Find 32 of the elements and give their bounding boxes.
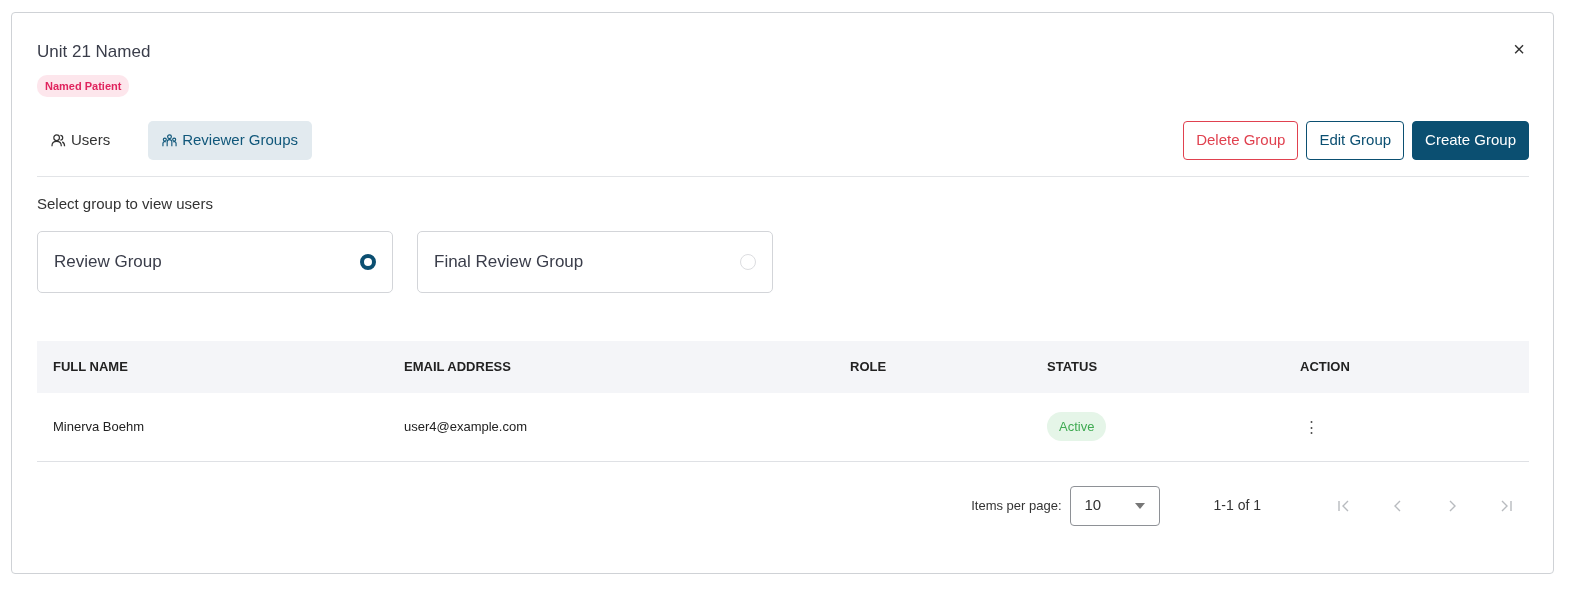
column-header: ACTION (1284, 341, 1529, 393)
caret-icon (1134, 502, 1145, 509)
first-page-icon (1337, 499, 1351, 514)
delete-group-button[interactable]: Delete Group (1183, 121, 1299, 160)
table-cell: Minerva Boehm (37, 393, 388, 461)
items-per-page-label: Items per page: (971, 496, 1062, 515)
group-prompt: Select group to view users (37, 193, 214, 214)
group-option-card[interactable]: Final Review Group (417, 231, 773, 293)
radio-button[interactable] (360, 254, 376, 270)
column-header: ROLE (834, 341, 1031, 393)
more-options-button[interactable]: ⋮ (1300, 415, 1323, 438)
user-icon (51, 132, 66, 148)
last-page-icon (1499, 499, 1513, 514)
patient-tag: Named Patient (37, 74, 130, 97)
column-header: FULL NAME (37, 341, 388, 393)
close-button[interactable]: × (1509, 39, 1529, 59)
tab[interactable]: Reviewer Groups (148, 121, 313, 160)
group-option-card[interactable]: Review Group (37, 231, 393, 293)
table-cell: user4@example.com (388, 393, 834, 461)
group-option-label: Final Review Group (434, 251, 584, 274)
tab[interactable]: Users (37, 121, 125, 160)
edit-group-button[interactable]: Edit Group (1306, 121, 1405, 160)
group-icon (162, 132, 178, 148)
status-badge: Active (1047, 412, 1107, 441)
dialog-title: Unit 21 Named (37, 41, 151, 63)
page-size-select[interactable]: 10 (1069, 485, 1160, 526)
page-range: 1-1 of 1 (1213, 496, 1261, 515)
page-size-value: 10 (1084, 495, 1102, 516)
column-header: EMAIL ADDRESS (388, 341, 834, 393)
create-group-button[interactable]: Create Group (1412, 121, 1529, 160)
group-option-label: Review Group (54, 251, 162, 274)
column-header: STATUS (1031, 341, 1284, 393)
